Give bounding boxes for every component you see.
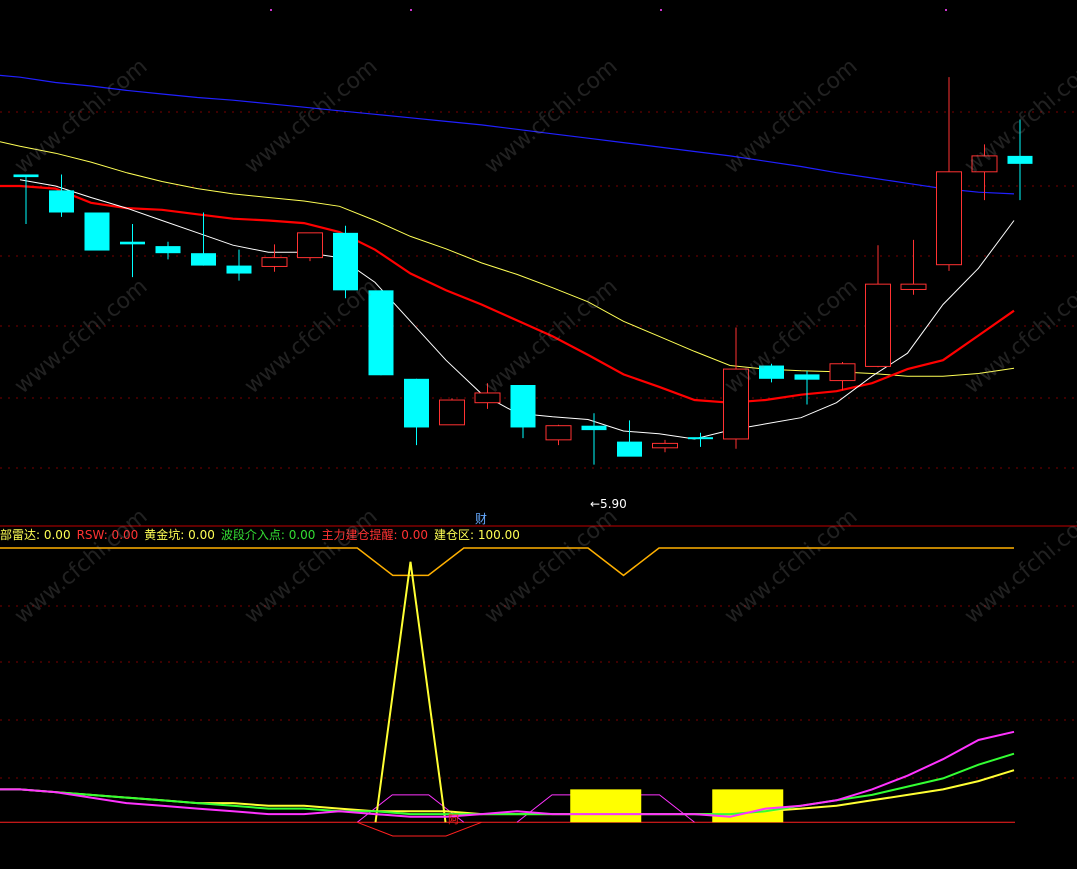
grid: [0, 9, 1077, 779]
chart-stage: ←5.90 财 阿: [0, 9, 1077, 837]
legend-item: 部雷达: 0.00: [0, 528, 71, 542]
candle-body-up: [829, 363, 856, 382]
candle-body-down: [155, 246, 181, 254]
candle: [155, 241, 181, 260]
candle-body-up: [971, 155, 998, 173]
legend-item: 波段介入点: 0.00: [220, 528, 316, 542]
candle: [84, 212, 110, 251]
indicator-legend: 部雷达: 0.00 RSW: 0.00 黄金坑: 0.00 波段介入点: 0.00 主力…: [0, 527, 526, 543]
candle-body-up: [545, 425, 572, 441]
candle-body-up: [439, 399, 465, 426]
indicator-magenta-line: [0, 730, 1015, 818]
signal-spike: [374, 561, 447, 823]
candle: [617, 420, 642, 457]
candle: [191, 212, 216, 266]
candle-body-up: [261, 257, 288, 267]
candle-body-up: [936, 171, 962, 266]
candle: [333, 225, 358, 299]
legend-item: 黄金坑: 0.00: [144, 528, 215, 542]
candle-body-down: [49, 190, 74, 213]
candle: [49, 174, 74, 217]
indicator-marker: 阿: [448, 813, 459, 826]
candle: [261, 244, 288, 272]
candle: [297, 232, 323, 262]
candle-body-down: [581, 425, 607, 431]
price-panel: [0, 74, 1033, 465]
candle: [723, 327, 749, 449]
low-band: [357, 821, 482, 837]
candle-body-down: [191, 253, 216, 266]
candle-body-down: [1007, 155, 1033, 164]
candle: [474, 383, 501, 409]
moving-averages: [0, 74, 1015, 440]
candle-body-down: [794, 374, 820, 380]
candle-body-up: [297, 232, 323, 259]
indicator-panel: [0, 547, 1015, 837]
candle: [404, 378, 429, 446]
candle: [652, 439, 678, 453]
candle-body-down: [510, 385, 536, 428]
candle: [900, 239, 927, 295]
candle: [545, 424, 572, 446]
candle-body-down: [120, 241, 145, 245]
candles: [13, 77, 1033, 465]
candle-body-down: [13, 174, 39, 178]
candle-body-down: [368, 290, 394, 376]
top-tick: [945, 9, 947, 11]
candle-body-down: [404, 378, 429, 428]
candle: [936, 77, 962, 271]
candle-body-up: [652, 442, 678, 449]
candle-body-down: [84, 212, 110, 251]
candle: [759, 363, 784, 383]
candle: [794, 370, 820, 405]
finance-marker[interactable]: 财: [475, 512, 487, 526]
candle-body-down: [688, 437, 713, 440]
candle-body-down: [617, 441, 642, 457]
candle: [226, 249, 252, 281]
ma-long-line: [0, 74, 1015, 195]
top-tick: [410, 9, 412, 11]
candle: [865, 245, 891, 368]
candle-body-down: [226, 265, 252, 274]
top-tick: [660, 9, 662, 11]
legend-item: RSW: 0.00: [76, 528, 139, 542]
legend-item: 建仓区: 100.00: [434, 528, 520, 542]
low-price-annotation: ←5.90: [590, 497, 627, 511]
top-indicator-line: [0, 547, 1014, 577]
candle: [120, 224, 145, 278]
candle: [510, 385, 536, 439]
candle: [829, 362, 856, 391]
candle-body-down: [759, 365, 784, 379]
build-zone-bar: [712, 789, 784, 823]
candle: [368, 290, 394, 376]
candle-body-up: [723, 368, 749, 440]
legend-item: 主力建仓提醒: 0.00: [321, 528, 429, 542]
candle: [439, 398, 465, 426]
candle-body-up: [900, 283, 927, 290]
candle-body-down: [333, 232, 358, 291]
build-zone-bar: [570, 789, 642, 823]
candle: [1007, 119, 1033, 201]
top-tick: [270, 9, 272, 11]
ma-mid-line: [0, 184, 1015, 404]
candle-body-up: [865, 283, 891, 367]
candle-body-up: [474, 392, 501, 404]
candle: [581, 413, 607, 465]
